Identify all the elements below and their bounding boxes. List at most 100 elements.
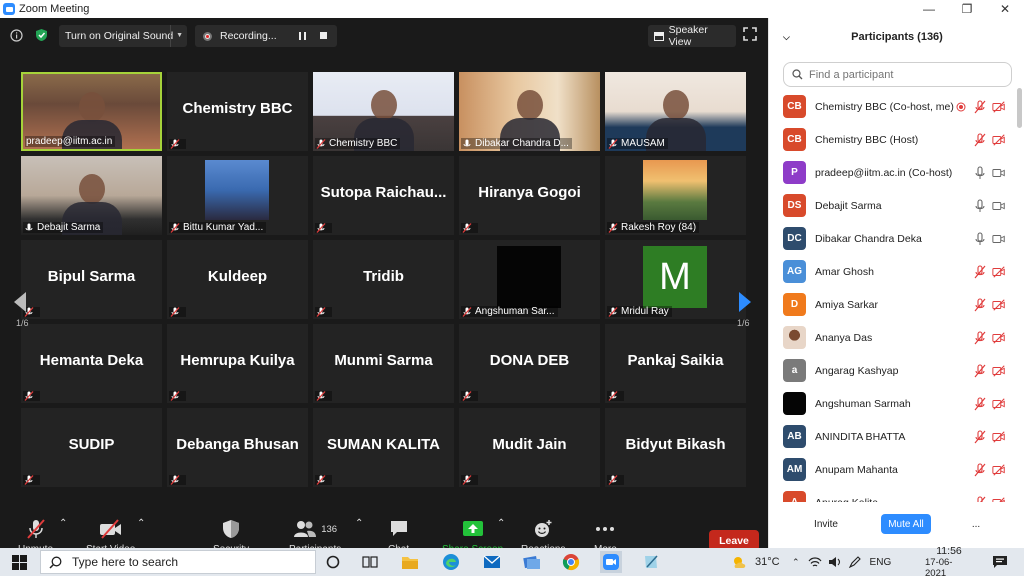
participant-name: Bittu Kumar Yad... [183,222,264,233]
participant-tile[interactable]: Bittu Kumar Yad... [167,156,308,235]
participants-options-chevron-icon[interactable]: ⌃ [355,518,363,529]
previous-page-arrow-icon[interactable] [8,282,32,322]
participant-tile[interactable]: Bidyut Bikash [605,408,746,487]
participant-row[interactable]: AM Anupam Mahanta [769,453,1019,486]
language-indicator[interactable]: ENG [870,557,892,568]
participant-row[interactable]: Ppradeep@iitm.ac.in (Co-host) [769,156,1019,189]
participant-display-name: Hemrupa Kuilya [180,352,295,369]
info-icon[interactable] [7,26,25,44]
participant-tile[interactable]: Debajit Sarma [21,156,162,235]
volume-icon[interactable] [828,556,842,568]
participant-tile[interactable]: Tridib [313,240,454,319]
panel-more-button[interactable]: ... [965,514,987,534]
minimize-icon[interactable]: — [910,0,948,18]
participant-tile[interactable]: MAUSAM [605,72,746,151]
participant-tile[interactable]: Chemistry BBC [167,72,308,151]
participant-tile[interactable]: Hiranya Gogoi [459,156,600,235]
participant-row[interactable]: DC Dibakar Chandra Deka [769,222,1019,255]
audio-options-chevron-icon[interactable]: ⌃ [59,518,67,529]
participant-tile[interactable]: Hemrupa Kuilya [167,324,308,403]
participant-name-label [315,391,332,401]
mute-all-button[interactable]: Mute All [881,514,931,534]
smiley-icon [533,518,553,540]
participant-tile[interactable]: Bipul Sarma [21,240,162,319]
restore-icon[interactable]: ❐ [948,0,986,18]
notifications-icon[interactable] [989,551,1011,573]
participant-display-name: SUDIP [68,436,115,453]
mic-muted-icon [25,518,47,540]
participant-tile[interactable]: pradeep@iitm.ac.in [21,72,162,151]
network-icon[interactable] [808,556,822,568]
participant-row[interactable]: a Angarag Kashyap [769,354,1019,387]
participant-tile[interactable]: Sutopa Raichau... [313,156,454,235]
participant-avatar: A [783,491,806,502]
participant-row[interactable]: AG Amar Ghosh [769,255,1019,288]
tray-expand-icon[interactable]: ⌃ [792,557,800,568]
participant-name: Angshuman Sar... [475,306,555,317]
participants-icon: 136 [293,518,337,540]
clock[interactable]: 11:56 17-06-2021 [925,545,973,579]
mail-icon[interactable] [481,551,503,573]
chrome-icon[interactable] [560,551,582,573]
collapse-chevron-icon[interactable]: ⌵ [783,32,790,43]
video-options-chevron-icon[interactable]: ⌃ [137,518,145,529]
next-page-arrow-icon[interactable] [733,282,757,322]
participant-search[interactable] [783,62,1012,87]
participant-row[interactable]: DS Debajit Sarma [769,189,1019,222]
close-icon[interactable]: ✕ [986,0,1024,18]
participant-row[interactable]: Ananya Das [769,321,1019,354]
participant-tile[interactable]: M Mridul Ray [605,240,746,319]
stop-recording-icon[interactable] [320,32,327,39]
file-explorer-icon[interactable] [399,551,421,573]
participant-name-label [315,223,332,233]
mic-muted-icon [24,475,34,485]
invite-button[interactable]: Invite [809,514,843,534]
participant-row[interactable]: AAnurag Kalita [769,486,1019,502]
chevron-down-icon[interactable]: ▼ [176,32,183,39]
participant-avatar: DC [783,227,806,250]
participant-tile[interactable]: Munmi Sarma [313,324,454,403]
participant-row[interactable]: D Amiya Sarkar [769,288,1019,321]
pen-icon[interactable] [848,556,862,568]
share-options-chevron-icon[interactable]: ⌃ [497,518,505,529]
participant-tile[interactable]: SUMAN KALITA [313,408,454,487]
security-shield-icon [222,518,240,540]
weather-widget[interactable]: 31°C [731,548,780,576]
edge-browser-icon[interactable] [440,551,462,573]
participant-tile[interactable]: Debanga Bhusan [167,408,308,487]
participant-tile[interactable]: Mudit Jain [459,408,600,487]
participant-display-name: DONA DEB [489,352,570,369]
pause-recording-icon[interactable] [299,32,306,40]
participant-tile[interactable]: Rakesh Roy (84) [605,156,746,235]
participant-search-input[interactable] [809,68,989,81]
mic-muted-icon [608,306,618,317]
windows-start-icon[interactable] [8,551,30,573]
participant-tile[interactable]: Chemistry BBC [313,72,454,151]
original-sound-button[interactable]: Turn on Original Sound ▼ [59,25,187,47]
speaker-view-button[interactable]: Speaker View [648,24,736,48]
participant-tile[interactable]: Pankaj Saikia [605,324,746,403]
participant-row[interactable]: CB Chemistry BBC (Co-host, me) [769,90,1019,123]
participant-tile[interactable]: Kuldeep [167,240,308,319]
notepad-icon[interactable] [640,551,662,573]
participant-row[interactable]: CB Chemistry BBC (Host) [769,123,1019,156]
zoom-taskbar-icon[interactable] [600,551,622,573]
participant-tile[interactable]: SUDIP [21,408,162,487]
participant-row[interactable]: AB ANINDITA BHATTA [769,420,1019,453]
participant-tile[interactable]: Angshuman Sar... [459,240,600,319]
taskbar-app-icon[interactable] [521,551,543,573]
participant-tile[interactable]: Dibakar Chandra D... [459,72,600,151]
cortana-icon[interactable] [322,551,344,573]
shield-check-icon[interactable] [32,26,50,44]
taskbar-search-box[interactable]: Type here to search [40,550,316,574]
participant-list-scrollbar[interactable] [1017,88,1022,128]
participant-tile[interactable]: DONA DEB [459,324,600,403]
fullscreen-icon[interactable] [743,27,757,41]
participant-row[interactable]: Angshuman Sarmah [769,387,1019,420]
participant-avatar: CB [783,128,806,151]
mic-muted-icon [170,475,180,485]
participant-name-label: Mridul Ray [607,306,672,317]
participant-list-name: Amar Ghosh [815,265,874,278]
task-view-icon[interactable] [359,551,381,573]
participant-tile[interactable]: Hemanta Deka [21,324,162,403]
